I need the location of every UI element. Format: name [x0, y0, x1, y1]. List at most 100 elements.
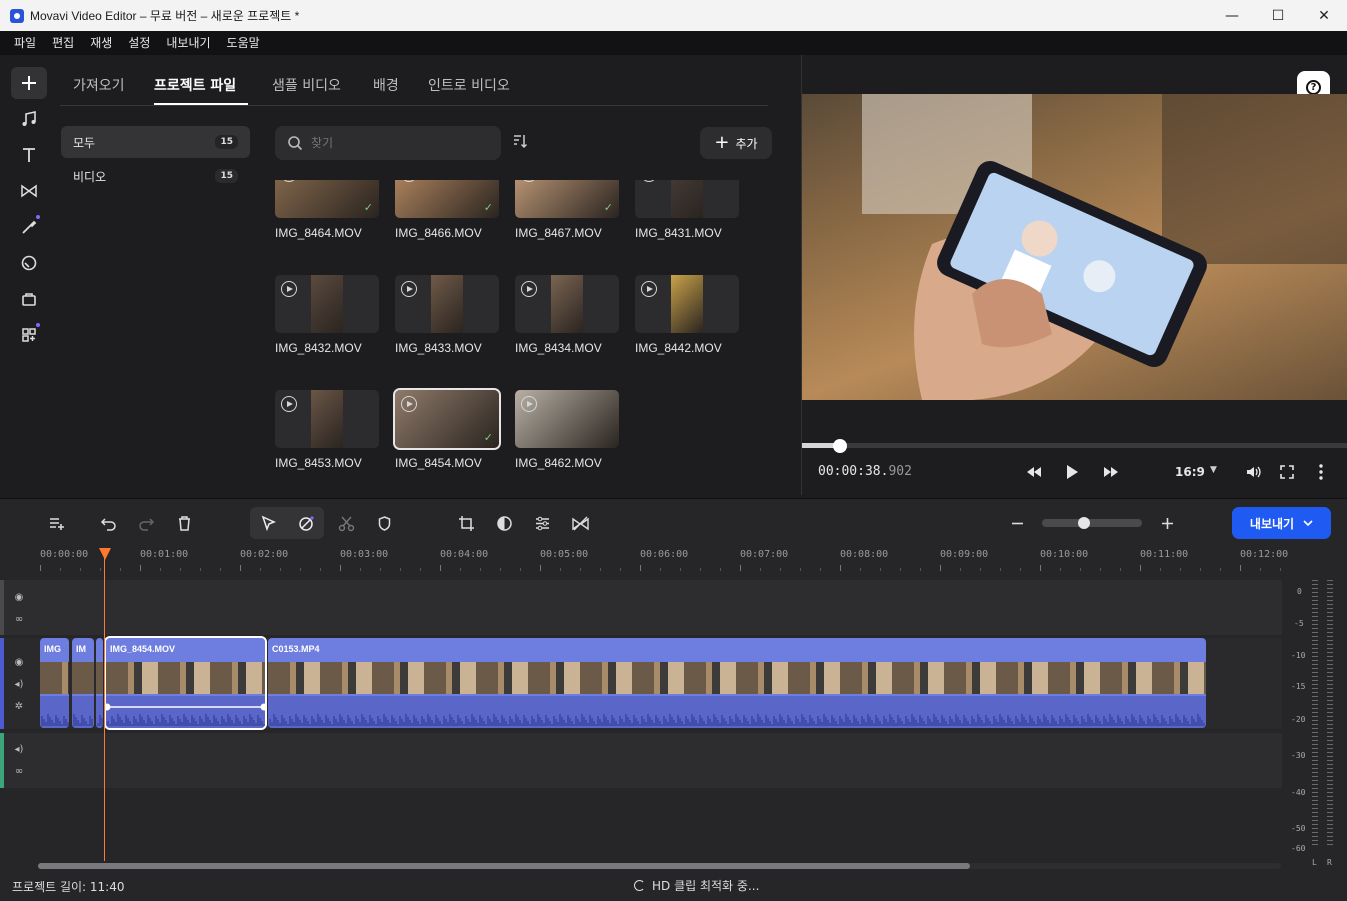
- media-item[interactable]: IMG_8453.MOV: [275, 390, 379, 470]
- select-cursor-icon[interactable]: [256, 511, 280, 535]
- cut-scissors-icon[interactable]: [334, 511, 358, 535]
- media-thumbnail[interactable]: [635, 180, 739, 218]
- redo-icon[interactable]: [134, 511, 158, 535]
- media-item[interactable]: ✓ IMG_8454.MOV: [393, 388, 501, 470]
- link-icon[interactable]: ∞: [12, 612, 26, 626]
- clip-properties-icon[interactable]: [530, 511, 554, 535]
- zoom-slider-handle[interactable]: [1078, 517, 1090, 529]
- sort-icon[interactable]: [511, 132, 533, 154]
- add-media-button[interactable]: + 추가: [700, 127, 772, 159]
- menu-export[interactable]: 내보내기: [158, 31, 218, 55]
- timeline-clip[interactable]: C0153.MP4: [268, 638, 1206, 728]
- clip-audio-waveform: [96, 696, 103, 728]
- ruler-subtick: [800, 568, 801, 571]
- undo-icon[interactable]: [96, 511, 120, 535]
- search-box[interactable]: [275, 126, 501, 160]
- transition-wizard-icon[interactable]: [568, 511, 592, 535]
- menu-file[interactable]: 파일: [6, 31, 44, 55]
- tab-backgrounds[interactable]: 배경: [373, 75, 399, 95]
- help-question-icon: ?: [1306, 80, 1321, 95]
- media-item[interactable]: ✓ IMG_8467.MOV: [515, 180, 619, 240]
- timeline-scrollbar-thumb[interactable]: [38, 863, 970, 869]
- import-plus-icon[interactable]: [11, 67, 47, 99]
- meter-right-label: R: [1327, 858, 1332, 867]
- store-bag-icon[interactable]: [11, 283, 47, 315]
- aspect-ratio-select[interactable]: 16:9: [1175, 465, 1205, 479]
- timeline-clip[interactable]: IM: [72, 638, 94, 728]
- volume-icon[interactable]: [1243, 462, 1265, 482]
- menu-settings[interactable]: 설정: [120, 31, 158, 55]
- tab-import[interactable]: 가져오기: [73, 75, 125, 95]
- eye-icon[interactable]: ◉: [12, 590, 26, 604]
- preview-scrubber-track[interactable]: [802, 443, 1347, 448]
- more-options-icon[interactable]: [1310, 462, 1332, 482]
- chevron-down-icon[interactable]: ▼: [1210, 465, 1217, 475]
- media-thumbnail[interactable]: [275, 275, 379, 333]
- export-button[interactable]: 내보내기: [1232, 507, 1331, 539]
- zoom-out-icon[interactable]: [1005, 511, 1029, 535]
- play-icon[interactable]: [1061, 462, 1083, 482]
- music-icon[interactable]: [11, 103, 47, 135]
- media-item[interactable]: IMG_8432.MOV: [275, 275, 379, 355]
- ruler-tick: [1140, 565, 1141, 571]
- media-thumbnail[interactable]: [635, 275, 739, 333]
- blade-tool-icon[interactable]: [294, 511, 318, 535]
- menu-playback[interactable]: 재생: [82, 31, 120, 55]
- timeline-clip[interactable]: IMG_8454.MOV: [104, 636, 267, 730]
- crop-icon[interactable]: [454, 511, 478, 535]
- ruler-subtick: [200, 568, 201, 571]
- ruler-tick: [940, 565, 941, 571]
- tab-sample-videos[interactable]: 샘플 비디오: [272, 75, 341, 95]
- close-button[interactable]: ✕: [1301, 0, 1347, 31]
- media-thumbnail[interactable]: ✓: [515, 180, 619, 218]
- timeline-clip[interactable]: IMG: [40, 638, 69, 728]
- menu-help[interactable]: 도움말: [219, 31, 268, 55]
- media-thumbnail[interactable]: [395, 275, 499, 333]
- fullscreen-icon[interactable]: [1276, 462, 1298, 482]
- stickers-icon[interactable]: [11, 247, 47, 279]
- media-item[interactable]: IMG_8433.MOV: [395, 275, 499, 355]
- media-item[interactable]: IMG_8462.MOV: [515, 390, 619, 470]
- media-item[interactable]: IMG_8431.MOV: [635, 180, 739, 240]
- media-item[interactable]: ✓ IMG_8466.MOV: [395, 180, 499, 240]
- ruler-subtick: [520, 568, 521, 571]
- transitions-icon[interactable]: [11, 175, 47, 207]
- zoom-slider-track[interactable]: [1042, 519, 1142, 527]
- tab-intro-videos[interactable]: 인트로 비디오: [428, 75, 510, 95]
- volume-icon[interactable]: ◂): [12, 677, 26, 691]
- media-item[interactable]: ✓ IMG_8464.MOV: [275, 180, 379, 240]
- media-thumbnail[interactable]: [515, 390, 619, 448]
- settings-gear-icon[interactable]: ✲: [12, 699, 26, 713]
- color-adjust-icon[interactable]: [492, 511, 516, 535]
- menu-edit[interactable]: 편집: [44, 31, 82, 55]
- tab-project-files[interactable]: 프로젝트 파일: [154, 75, 236, 95]
- search-input[interactable]: [311, 136, 481, 150]
- volume-icon[interactable]: ◂): [12, 742, 26, 756]
- add-track-icon[interactable]: [44, 511, 68, 535]
- ruler-time-label: 00:03:00: [340, 549, 389, 560]
- maximize-button[interactable]: ☐: [1255, 0, 1301, 31]
- eye-icon[interactable]: ◉: [12, 655, 26, 669]
- media-thumbnail[interactable]: ✓: [275, 180, 379, 218]
- category-all[interactable]: 모두 15: [61, 126, 250, 158]
- filters-magic-icon[interactable]: [11, 211, 47, 243]
- more-tools-icon[interactable]: [11, 319, 47, 351]
- media-thumbnail[interactable]: ✓: [393, 388, 501, 450]
- fast-forward-icon[interactable]: [1100, 462, 1122, 482]
- timeline-ruler[interactable]: 00:00:00 00:01:00 00:02:00 00:03:00 00:04:00…: [0, 545, 1288, 575]
- timeline-clip[interactable]: [96, 638, 103, 728]
- category-video[interactable]: 비디오 15: [61, 160, 250, 192]
- zoom-in-icon[interactable]: [1155, 511, 1179, 535]
- unlink-icon[interactable]: ∞: [12, 764, 26, 778]
- rewind-icon[interactable]: [1023, 462, 1045, 482]
- delete-icon[interactable]: [172, 511, 196, 535]
- media-item[interactable]: IMG_8434.MOV: [515, 275, 619, 355]
- media-thumbnail[interactable]: ✓: [395, 180, 499, 218]
- media-thumbnail[interactable]: [275, 390, 379, 448]
- media-thumbnail[interactable]: [515, 275, 619, 333]
- playhead-handle[interactable]: [99, 548, 111, 560]
- media-item[interactable]: IMG_8442.MOV: [635, 275, 739, 355]
- titles-icon[interactable]: [11, 139, 47, 171]
- minimize-button[interactable]: —: [1209, 0, 1255, 31]
- marker-shield-icon[interactable]: [372, 511, 396, 535]
